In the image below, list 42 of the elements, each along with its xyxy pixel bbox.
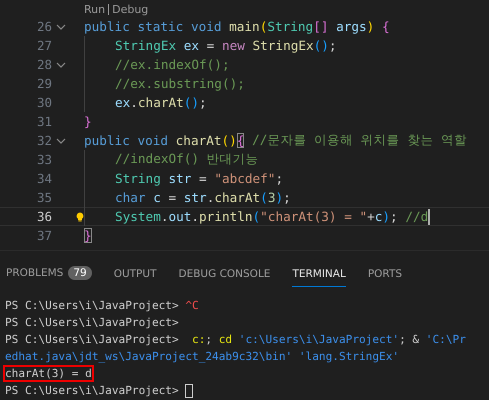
code-line: ex.charAt(); <box>115 95 207 110</box>
code-line: StringEx ex = new StringEx(); <box>115 38 337 53</box>
line-number: 36 <box>36 209 52 224</box>
code-line: //ex.substring(); <box>115 76 245 91</box>
code-line: //ex.indexOf(); <box>115 57 230 72</box>
line-number: 34 <box>36 171 52 186</box>
panel-tab[interactable]: OUTPUT <box>114 268 156 287</box>
line-number: 35 <box>36 190 52 205</box>
terminal-line: PS C:\Users\i\JavaProject> c:; cd 'c:\Users\i\JavaProject'; & 'C:\Pr <box>5 332 467 348</box>
line-number: 30 <box>36 95 52 110</box>
code-line: public void charAt(){ //문자를 이용해 위치를 찾는 역할 <box>84 132 467 149</box>
code-line: } <box>84 114 92 129</box>
line-number: 32 <box>36 133 52 148</box>
code-line: char c = str.charAt(3); <box>115 190 291 205</box>
line-number: 29 <box>36 76 52 91</box>
code-line: System.out.println("charAt(3) = "+c); //d <box>115 208 430 224</box>
line-number: 37 <box>36 228 52 243</box>
codelens-link[interactable]: Run <box>84 2 106 16</box>
terminal-line: edhat.java\jdt_ws\JavaProject_24ab9c32\bin' 'lang.StringEx' <box>5 349 400 365</box>
panel-tab[interactable]: TERMINAL <box>292 268 346 287</box>
terminal-line: PS C:\Users\i\JavaProject> <box>5 382 489 399</box>
line-number: 27 <box>36 38 52 53</box>
chevron-down-icon[interactable] <box>56 136 66 146</box>
codelens-link[interactable]: Debug <box>112 2 148 16</box>
terminal-line: PS C:\Users\i\JavaProject> ^C <box>5 298 200 314</box>
terminal-line: charAt(3) = d <box>5 366 93 382</box>
code-line: public static void main(String[] args) { <box>84 19 390 34</box>
line-number: 26 <box>36 19 52 34</box>
code-line: } <box>84 228 92 243</box>
chevron-down-icon[interactable] <box>56 22 66 32</box>
code-line: //indexOf() 반대기능 <box>115 151 259 168</box>
count-badge: 79 <box>68 266 92 280</box>
line-number: 33 <box>36 152 52 167</box>
panel-tab[interactable]: PORTS <box>368 268 402 287</box>
line-number: 28 <box>36 57 52 72</box>
terminal-line: PS C:\Users\i\JavaProject> <box>5 315 180 331</box>
panel-tab[interactable]: DEBUG CONSOLE <box>178 268 270 287</box>
code-line: String str = "abcdef"; <box>115 171 284 186</box>
line-number: 31 <box>36 114 52 129</box>
chevron-down-icon[interactable] <box>56 60 66 70</box>
lightbulb-icon[interactable] <box>76 210 84 224</box>
panel-tab[interactable]: PROBLEMS 79 <box>6 266 92 287</box>
